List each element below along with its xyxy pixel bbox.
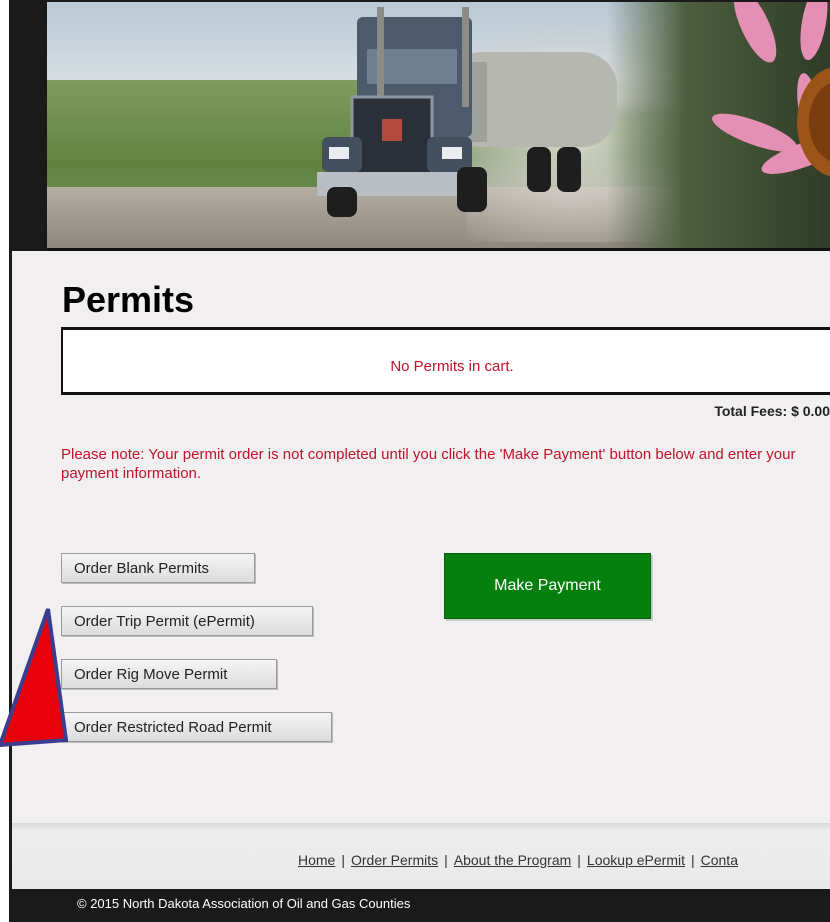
footer-link-order-permits[interactable]: Order Permits xyxy=(351,852,438,868)
flower-image xyxy=(712,2,830,177)
copyright-text: © 2015 North Dakota Association of Oil a… xyxy=(77,896,411,911)
red-arrow-annotation xyxy=(0,608,69,748)
footer-link-about[interactable]: About the Program xyxy=(454,852,572,868)
link-separator: | xyxy=(690,852,695,868)
footer-nav: Home | Order Permits | About the Program | Loo… xyxy=(12,823,830,889)
link-separator: | xyxy=(341,852,345,868)
make-payment-button[interactable]: Make Payment xyxy=(444,553,651,619)
cart-empty-message: No Permits in cart. xyxy=(390,358,514,375)
order-blank-permits-button[interactable]: Order Blank Permits xyxy=(61,553,255,583)
total-fees: Total Fees: $ 0.00 xyxy=(714,403,830,419)
truck-image xyxy=(317,7,617,217)
payment-note: Please note: Your permit order is not co… xyxy=(61,446,796,482)
total-fees-label: Total Fees: $ 0.00 xyxy=(714,403,830,419)
page-title: Permits xyxy=(62,279,195,320)
footer-link-lookup-epermit[interactable]: Lookup ePermit xyxy=(587,852,685,868)
cart-box: No Permits in cart. xyxy=(61,327,830,395)
footer-links: Home | Order Permits | About the Program | Loo… xyxy=(298,852,738,868)
link-separator: | xyxy=(444,852,448,868)
footer-link-home[interactable]: Home xyxy=(298,852,335,868)
link-separator: | xyxy=(577,852,581,868)
header-banner xyxy=(47,2,830,251)
footer-link-contact[interactable]: Conta xyxy=(701,852,738,868)
